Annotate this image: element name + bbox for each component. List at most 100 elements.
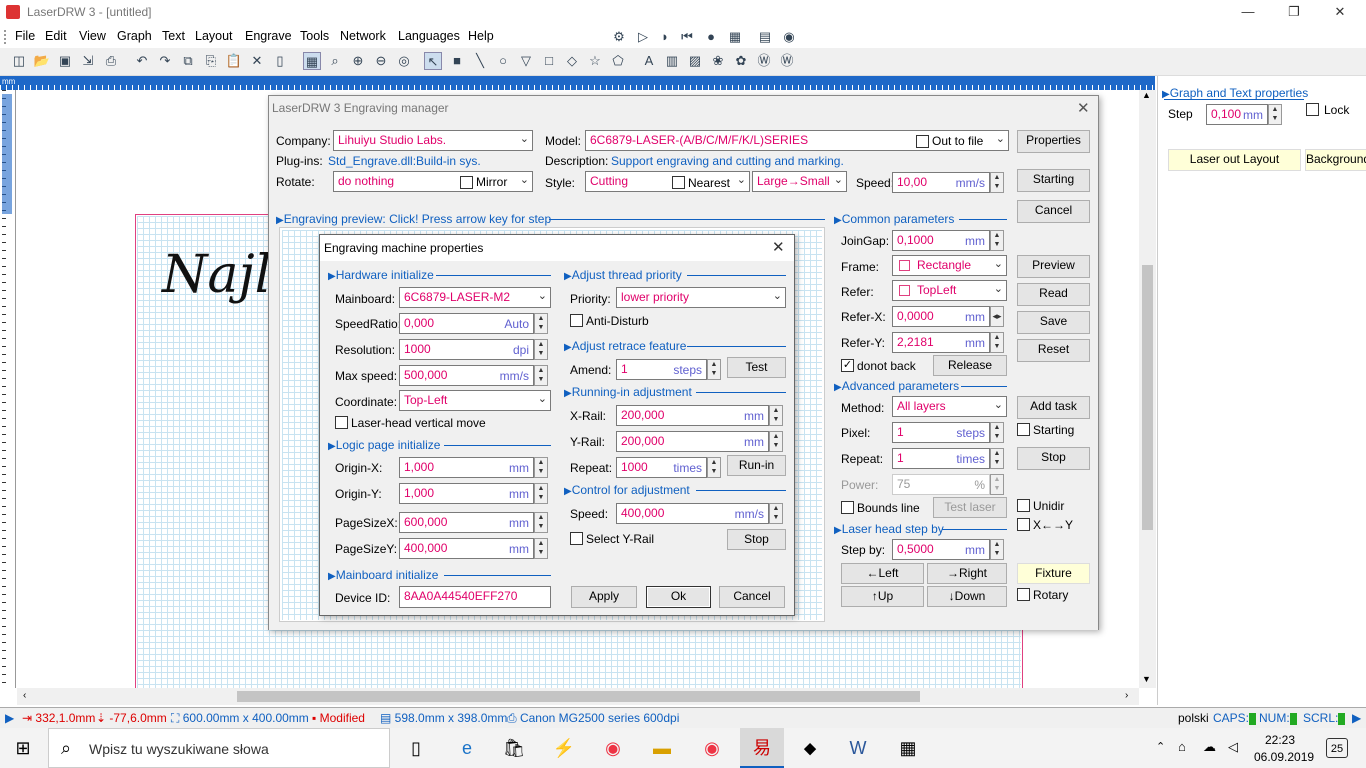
- store-icon[interactable]: 🛍: [502, 736, 526, 760]
- starting-checkbox[interactable]: [1017, 423, 1030, 436]
- windows-start-icon[interactable]: ⊞: [11, 736, 35, 760]
- barcode-icon[interactable]: ▥: [663, 52, 681, 70]
- speed-input[interactable]: 10,00 mm/s: [892, 172, 990, 193]
- app2-icon[interactable]: ⬥: [798, 736, 822, 760]
- background-button[interactable]: Background: [1305, 149, 1366, 171]
- polygon-icon[interactable]: ⬠: [609, 52, 627, 70]
- right-button[interactable]: →Right: [927, 563, 1007, 584]
- unidir-checkbox[interactable]: [1017, 499, 1030, 512]
- star-icon[interactable]: ☆: [586, 52, 604, 70]
- zoom-out-icon[interactable]: ⊖: [372, 52, 390, 70]
- redo-icon[interactable]: ↷: [156, 52, 174, 70]
- paste-icon[interactable]: 📋: [225, 52, 243, 70]
- frame-select[interactable]: Rectangle ⌄: [892, 255, 1007, 276]
- maxspeed-spinner[interactable]: ▲ ▼: [534, 365, 548, 386]
- starting-button[interactable]: Starting: [1017, 169, 1090, 192]
- open-icon[interactable]: 📂: [33, 52, 51, 70]
- pagesizex-input[interactable]: 600,000 mm: [399, 512, 534, 533]
- resolution-input[interactable]: 1000 dpi: [399, 339, 534, 360]
- repeat-input[interactable]: 1000 times: [616, 457, 707, 478]
- referx-input[interactable]: 0,0000 mm: [892, 306, 990, 327]
- menu-layout[interactable]: Layout: [195, 29, 233, 43]
- menu-languages[interactable]: Languages: [398, 29, 460, 43]
- menu-file[interactable]: File: [15, 29, 35, 43]
- save-button[interactable]: Save: [1017, 311, 1090, 334]
- explorer-icon[interactable]: ▬: [650, 736, 674, 760]
- down-button[interactable]: ↓Down: [927, 586, 1007, 607]
- test-button[interactable]: Test: [727, 357, 786, 378]
- panel-icon[interactable]: ▤: [756, 28, 774, 46]
- ellipse-icon[interactable]: ○: [494, 52, 512, 70]
- repeat-input[interactable]: 1 times: [892, 448, 990, 469]
- select-yrail-checkbox[interactable]: [570, 532, 583, 545]
- clock-time[interactable]: 22:23: [1265, 733, 1295, 747]
- grid-icon[interactable]: ▦: [726, 28, 744, 46]
- delete-icon[interactable]: ✕: [248, 52, 266, 70]
- refer-select[interactable]: TopLeft ⌄: [892, 280, 1007, 301]
- menu-graph[interactable]: Graph: [117, 29, 152, 43]
- duplicate-icon[interactable]: ⎘: [202, 52, 220, 70]
- vscroll-thumb[interactable]: [1142, 265, 1153, 530]
- eye-icon[interactable]: ◉: [780, 28, 798, 46]
- rotary-checkbox[interactable]: [1017, 588, 1030, 601]
- lock-checkbox[interactable]: [1306, 103, 1319, 116]
- speed-input[interactable]: 400,000 mm/s: [616, 503, 769, 524]
- stepby-input[interactable]: 0,5000 mm: [892, 539, 990, 560]
- diamond-icon[interactable]: ◇: [563, 52, 581, 70]
- logo-icon[interactable]: Ⓦ: [778, 52, 796, 70]
- add-task-button[interactable]: Add task: [1017, 396, 1090, 419]
- app-icon[interactable]: ⚡: [552, 736, 576, 760]
- zoom-page-icon[interactable]: ◎: [395, 52, 413, 70]
- chrome-icon[interactable]: ◉: [601, 736, 625, 760]
- menu-network[interactable]: Network: [340, 29, 386, 43]
- yrail-input[interactable]: 200,000 mm: [616, 431, 769, 452]
- menu-view[interactable]: View: [79, 29, 106, 43]
- reset-button[interactable]: Reset: [1017, 339, 1090, 362]
- laserhead-vertical-checkbox[interactable]: [335, 416, 348, 429]
- menu-help[interactable]: Help: [468, 29, 494, 43]
- print-icon[interactable]: ⎙: [102, 52, 120, 70]
- read-button[interactable]: Read: [1017, 283, 1090, 306]
- close-icon[interactable]: ✕: [1330, 2, 1350, 22]
- undo-icon[interactable]: ↶: [133, 52, 151, 70]
- speed-spinner[interactable]: ▲ ▼: [769, 503, 783, 524]
- laserdrw-taskbar-item[interactable]: 易: [740, 728, 784, 768]
- speedratio-input[interactable]: 0,000 Auto: [399, 313, 534, 334]
- new-icon[interactable]: ◫: [10, 52, 28, 70]
- apply-button[interactable]: Apply: [571, 586, 637, 608]
- pixel-spinner[interactable]: ▲ ▼: [990, 422, 1004, 443]
- release-button[interactable]: Release: [933, 355, 1007, 376]
- play-icon[interactable]: ▷: [634, 28, 652, 46]
- cloud-icon[interactable]: ☁: [1203, 739, 1216, 755]
- notification-badge[interactable]: 25: [1326, 738, 1348, 758]
- speedratio-spinner[interactable]: ▲ ▼: [534, 313, 548, 334]
- donot-back-checkbox[interactable]: ✓: [841, 359, 854, 372]
- calculator-icon[interactable]: ▦: [896, 736, 920, 760]
- stepby-spinner[interactable]: ▲ ▼: [990, 539, 1004, 560]
- preview-button[interactable]: Preview: [1017, 255, 1090, 278]
- cancel-button[interactable]: Cancel: [719, 586, 785, 608]
- menu-text[interactable]: Text: [162, 29, 185, 43]
- xrail-input[interactable]: 200,000 mm: [616, 405, 769, 426]
- pagesizex-spinner[interactable]: ▲ ▼: [534, 512, 548, 533]
- square-icon[interactable]: □: [540, 52, 558, 70]
- rect-icon[interactable]: ■: [448, 52, 466, 70]
- joingap-input[interactable]: 0,1000 mm: [892, 230, 990, 251]
- out-to-file-checkbox[interactable]: [916, 135, 929, 148]
- clock-date[interactable]: 06.09.2019: [1254, 750, 1314, 764]
- symbol-icon[interactable]: Ⓦ: [755, 52, 773, 70]
- pagesizey-spinner[interactable]: ▲ ▼: [534, 538, 548, 559]
- amend-input[interactable]: 1 steps: [616, 359, 707, 380]
- close-icon[interactable]: ✕: [772, 238, 785, 256]
- vertical-scrollbar[interactable]: ▲ ▼: [1139, 90, 1156, 688]
- save-icon[interactable]: ▣: [56, 52, 74, 70]
- yrail-spinner[interactable]: ▲ ▼: [769, 431, 783, 452]
- ok-button[interactable]: Ok: [646, 586, 711, 608]
- home-icon[interactable]: ⏮: [678, 28, 696, 46]
- zoom-in-icon[interactable]: ⊕: [349, 52, 367, 70]
- line-icon[interactable]: ╲: [471, 52, 489, 70]
- close-icon[interactable]: ✕: [1077, 99, 1090, 117]
- priority-select[interactable]: lower priority ⌄: [616, 287, 786, 308]
- order-select[interactable]: Large→Small ⌄: [752, 171, 847, 192]
- antidisturb-checkbox[interactable]: [570, 314, 583, 327]
